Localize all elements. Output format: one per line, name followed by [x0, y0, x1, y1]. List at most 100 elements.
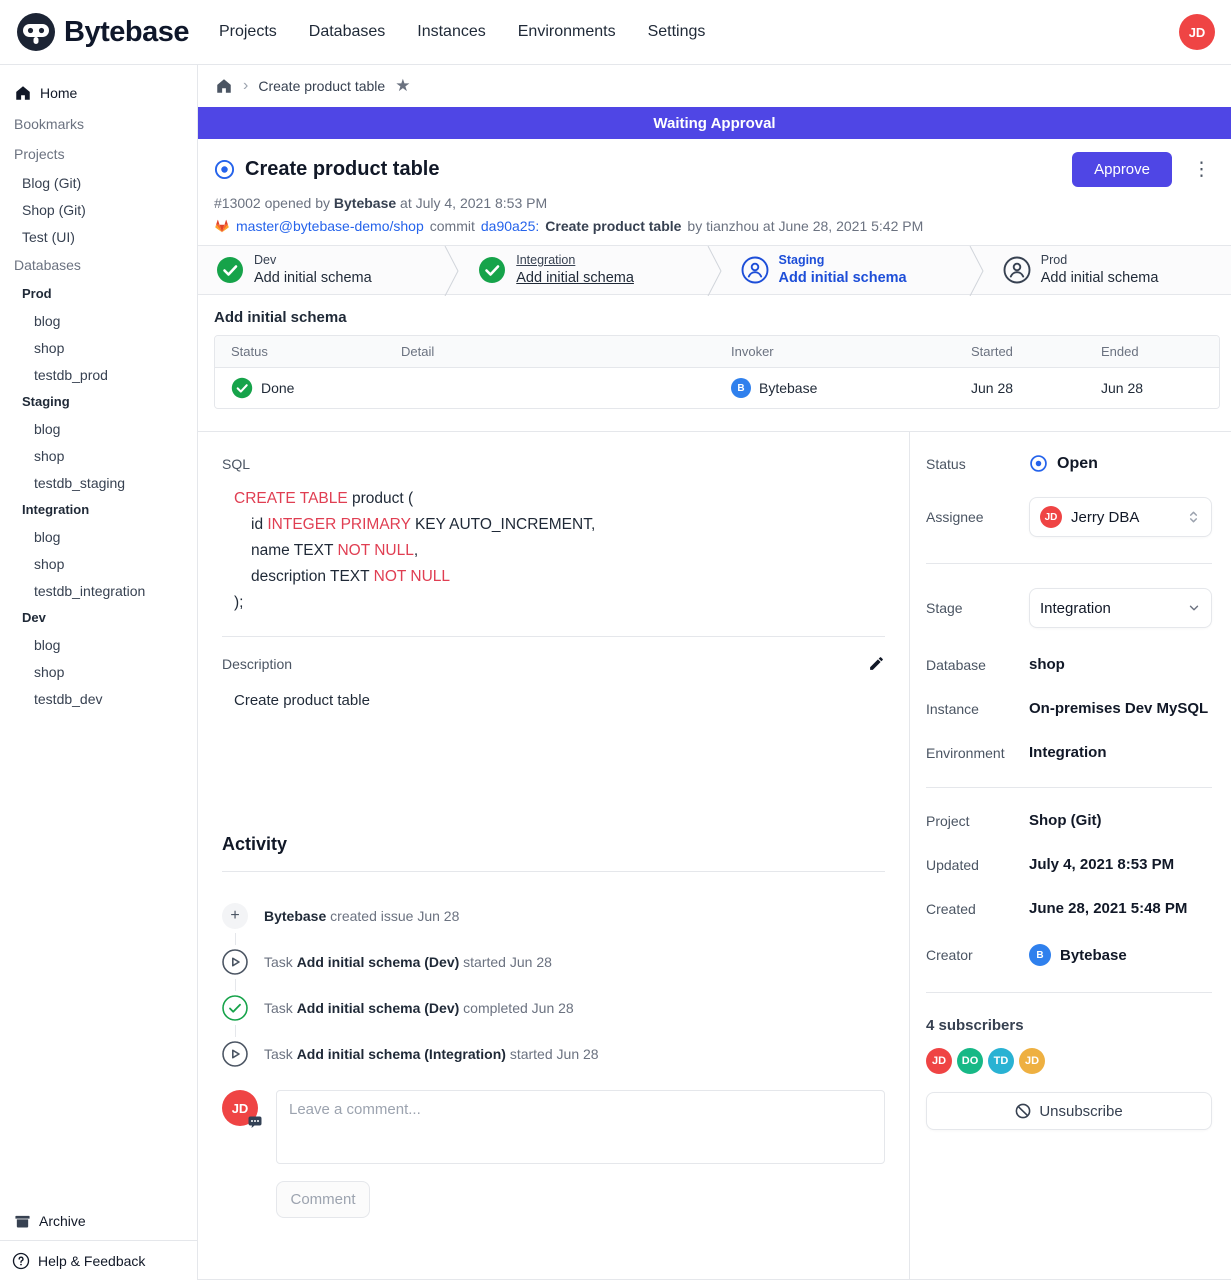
- ban-icon: [1015, 1103, 1031, 1119]
- sidebar-db-item[interactable]: blog: [0, 307, 197, 334]
- nav-links: Projects Databases Instances Environment…: [219, 23, 705, 41]
- sidebar-item-home[interactable]: Home: [0, 77, 197, 109]
- environment-value: Integration: [1029, 744, 1107, 761]
- sidebar-db-item[interactable]: shop: [0, 442, 197, 469]
- updated-value: July 4, 2021 8:53 PM: [1029, 856, 1174, 873]
- bytebase-logo-icon: [16, 12, 56, 52]
- sidebar-env-prod: Prod: [0, 280, 197, 307]
- subscriber-avatar: JD: [1019, 1048, 1045, 1074]
- breadcrumb-home-icon[interactable]: [215, 77, 233, 95]
- edit-pencil-icon[interactable]: [868, 655, 885, 672]
- bytebase-logo[interactable]: Bytebase: [16, 12, 189, 52]
- git-commit-link[interactable]: da90a25:: [481, 218, 539, 234]
- sidebar-db-item[interactable]: blog: [0, 415, 197, 442]
- assignee-avatar: JD: [1040, 506, 1062, 528]
- subscriber-avatars: JD DO TD JD: [926, 1048, 1212, 1074]
- pipeline-stage-bar: Dev Add initial schema Integration Add i…: [198, 245, 1231, 295]
- subscribers-title: 4 subscribers: [926, 1017, 1212, 1034]
- stage-pending-icon: [1003, 256, 1031, 284]
- sidebar-archive-label: Archive: [39, 1213, 86, 1229]
- assignee-value: Jerry DBA: [1071, 509, 1139, 526]
- nav-instances[interactable]: Instances: [417, 23, 485, 41]
- comment-button[interactable]: Comment: [276, 1181, 370, 1218]
- task-title: Add initial schema: [214, 309, 1220, 326]
- top-navbar: Bytebase Projects Databases Instances En…: [0, 0, 1231, 65]
- assignee-label: Assignee: [926, 509, 1029, 525]
- stage-integration[interactable]: Integration Add initial schema: [460, 246, 706, 294]
- status-label: Status: [926, 456, 1029, 472]
- main-area: › Create product table ★ Waiting Approva…: [198, 65, 1231, 1280]
- activity-item: + Bytebase created issue Jun 28: [222, 902, 885, 930]
- subscriber-avatar: DO: [957, 1048, 983, 1074]
- user-avatar[interactable]: JD: [1179, 14, 1215, 50]
- comment-input[interactable]: [276, 1090, 885, 1164]
- issue-author: Bytebase: [334, 195, 396, 211]
- sidebar-db-item[interactable]: shop: [0, 658, 197, 685]
- sidebar-db-item[interactable]: testdb_dev: [0, 685, 197, 712]
- sidebar-project-test[interactable]: Test (UI): [0, 223, 197, 250]
- task-table-header: Status Detail Invoker Started Ended: [215, 336, 1219, 368]
- description-text: Create product table: [222, 692, 885, 709]
- sidebar-item-bookmarks[interactable]: Bookmarks: [0, 109, 197, 139]
- nav-environments[interactable]: Environments: [518, 23, 616, 41]
- stage-prod[interactable]: Prod Add initial schema: [985, 246, 1231, 294]
- approve-button[interactable]: Approve: [1072, 152, 1172, 187]
- stage-value: Integration: [1040, 600, 1111, 617]
- chevron-down-icon: [1187, 601, 1201, 615]
- unsubscribe-button[interactable]: Unsubscribe: [926, 1092, 1212, 1130]
- stage-separator: [707, 246, 723, 296]
- comment-bubble-badge-icon: [248, 1116, 262, 1128]
- nav-databases[interactable]: Databases: [309, 23, 386, 41]
- help-feedback-button[interactable]: Help & Feedback: [0, 1240, 197, 1280]
- issue-detail-column: SQL CREATE TABLE product ( id INTEGER PR…: [198, 432, 910, 1279]
- sidebar-db-item[interactable]: shop: [0, 550, 197, 577]
- bytebase-app: Bytebase Projects Databases Instances En…: [0, 0, 1231, 1280]
- database-value: shop: [1029, 656, 1065, 673]
- creator-value: Bytebase: [1060, 947, 1127, 964]
- stage-dev[interactable]: Dev Add initial schema: [198, 246, 444, 294]
- bookmark-star-icon[interactable]: ★: [395, 76, 410, 96]
- database-label: Database: [926, 657, 1029, 673]
- stage-label: Stage: [926, 600, 1029, 616]
- sidebar-db-item[interactable]: testdb_prod: [0, 361, 197, 388]
- nav-projects[interactable]: Projects: [219, 23, 277, 41]
- sidebar-section-projects: Projects: [0, 139, 197, 169]
- sidebar-db-item[interactable]: blog: [0, 523, 197, 550]
- task-invoker: Bytebase: [759, 380, 817, 396]
- stage-staging[interactable]: Staging Add initial schema: [723, 246, 969, 294]
- breadcrumb-current-page: Create product table: [258, 78, 385, 94]
- issue-title: Create product table: [245, 158, 439, 181]
- sidebar-project-shop[interactable]: Shop (Git): [0, 196, 197, 223]
- more-actions-icon[interactable]: ⋮: [1188, 160, 1215, 179]
- task-section: Add initial schema Status Detail Invoker…: [198, 295, 1231, 431]
- git-branch-link[interactable]: master@bytebase-demo/shop: [236, 218, 424, 234]
- sidebar-db-item[interactable]: testdb_staging: [0, 469, 197, 496]
- home-icon: [14, 84, 32, 102]
- git-commit-message: Create product table: [545, 218, 681, 234]
- instance-value: On-premises Dev MySQL: [1029, 700, 1208, 717]
- stage-pending-approval-icon: [741, 256, 769, 284]
- sidebar-db-item[interactable]: blog: [0, 631, 197, 658]
- sidebar-item-archive[interactable]: Archive: [0, 1202, 197, 1240]
- sidebar-env-staging: Staging: [0, 388, 197, 415]
- stage-select[interactable]: Integration: [1029, 588, 1212, 628]
- sidebar-home-label: Home: [40, 85, 77, 101]
- task-table-row[interactable]: Done B Bytebase Jun 28 Jun 28: [215, 368, 1219, 408]
- activity-feed: + Bytebase created issue Jun 28 Task Add…: [222, 884, 885, 1068]
- sidebar-section-databases: Databases: [0, 250, 197, 280]
- gitlab-icon: [214, 218, 230, 234]
- task-table: Status Detail Invoker Started Ended Done: [214, 335, 1220, 409]
- sidebar-db-item[interactable]: testdb_integration: [0, 577, 197, 604]
- issue-meta-panel: Status Open Assignee JD Jerry DBA: [910, 432, 1231, 1279]
- sidebar-db-item[interactable]: shop: [0, 334, 197, 361]
- nav-settings[interactable]: Settings: [648, 23, 706, 41]
- archive-icon: [14, 1213, 31, 1230]
- sidebar-env-dev: Dev: [0, 604, 197, 631]
- comment-composer: JD: [222, 1090, 885, 1164]
- assignee-select[interactable]: JD Jerry DBA: [1029, 497, 1212, 537]
- activity-item: Task Add initial schema (Integration) st…: [222, 1040, 885, 1068]
- question-circle-icon: [12, 1252, 30, 1270]
- sidebar-project-blog[interactable]: Blog (Git): [0, 169, 197, 196]
- sql-label: SQL: [222, 456, 885, 472]
- task-started: Jun 28: [971, 380, 1013, 396]
